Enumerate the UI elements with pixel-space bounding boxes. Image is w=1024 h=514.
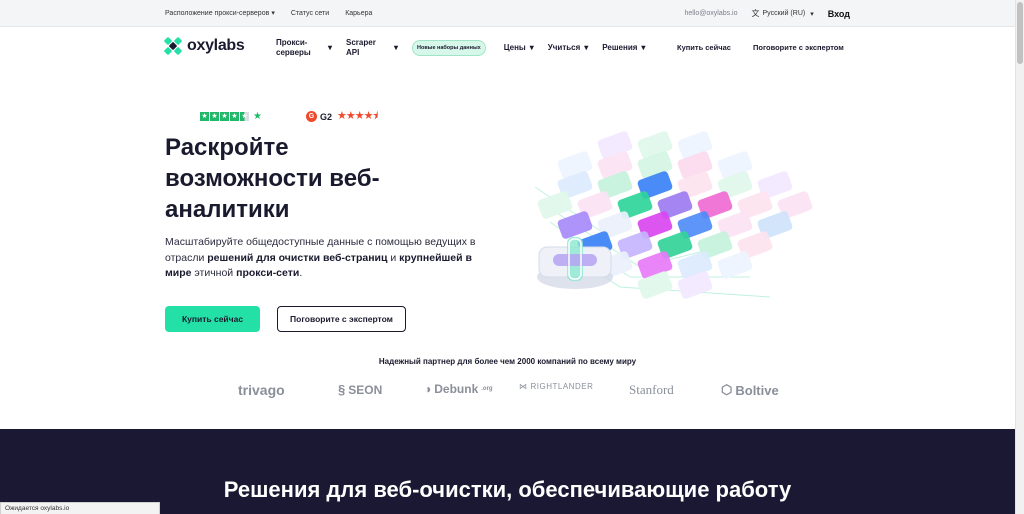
star-icon: ★ bbox=[220, 112, 229, 121]
g2-label: G2 bbox=[319, 111, 332, 122]
boltive-logo: ⬡ Boltive bbox=[721, 382, 779, 398]
buy-now-button[interactable]: Купить сейчас bbox=[165, 306, 260, 332]
partners-title: Надежный партнер для более чем 2000 комп… bbox=[378, 357, 637, 366]
hero-section: ★ ★ ★ ★ ★ ★ G G2 ★★★★⯨ Раскройте возможн… bbox=[0, 67, 1015, 366]
debunk-suffix: .org bbox=[481, 386, 493, 392]
g2-rating[interactable]: G G2 ★★★★⯨ bbox=[305, 107, 378, 126]
nav-buy-now-link[interactable]: Купить сейчас bbox=[677, 43, 731, 52]
nav-proxies-label: Прокси-серверы bbox=[276, 38, 311, 57]
illustration-tile bbox=[717, 251, 753, 279]
hero-title: Раскройте возможности веб-аналитики bbox=[165, 134, 380, 223]
chevron-down-icon: ▾ bbox=[584, 43, 589, 52]
rightlander-logo-text: RIGHTLANDER bbox=[530, 382, 594, 391]
trustpilot-star-icon: ★ bbox=[253, 111, 262, 122]
debunk-logo: ◑ Debunk .org bbox=[424, 382, 493, 396]
trivago-logo: trivago bbox=[238, 382, 285, 398]
nav-prices[interactable]: Цены ▾ bbox=[504, 43, 534, 53]
language-selector[interactable]: 文 Русский (RU) ▾ bbox=[752, 8, 814, 19]
nav-prices-label: Цены bbox=[503, 43, 526, 52]
translate-icon: 文 bbox=[751, 9, 760, 18]
rightlander-logo: ⋈ RIGHTLANDER bbox=[519, 382, 593, 391]
trustpilot-rating[interactable]: ★ ★ ★ ★ ★ ★ bbox=[200, 111, 262, 122]
nav-proxies[interactable]: Прокси-серверы ▾ bbox=[276, 38, 332, 58]
hero-illustration bbox=[534, 131, 813, 299]
new-datasets-badge: Новые наборы данных bbox=[412, 40, 486, 56]
main-nav: oxylabs Прокси-серверы ▾ Scraper API ▾ Н… bbox=[0, 27, 1015, 67]
seon-logo-text: SEON bbox=[348, 382, 383, 397]
browser-status-bar: Ожидается oxylabs.io bbox=[0, 502, 160, 514]
proxy-locations-label: Расположение прокси-серверов bbox=[165, 10, 270, 17]
chevron-down-icon: ▾ bbox=[271, 10, 275, 17]
debunk-icon: ◑ bbox=[424, 382, 432, 396]
chevron-down-icon: ▾ bbox=[529, 43, 534, 52]
g2-logo-icon: G bbox=[305, 111, 317, 122]
nav-scraper-api[interactable]: Scraper API ▾ bbox=[346, 38, 398, 58]
illustration-tile bbox=[537, 191, 573, 219]
proxy-locations-link[interactable]: Расположение прокси-серверов ▾ bbox=[165, 9, 275, 17]
email-link[interactable]: hello@oxylabs.io bbox=[684, 10, 737, 17]
star-icon: ★ bbox=[200, 112, 209, 121]
ratings-row: ★ ★ ★ ★ ★ ★ G G2 ★★★★⯨ bbox=[200, 107, 378, 126]
bolt-icon: ⬡ bbox=[721, 382, 733, 397]
nav-solutions-label: Решения bbox=[602, 43, 638, 52]
nav-learn-label: Учиться bbox=[547, 43, 581, 52]
nav-scraper-api-label: Scraper API bbox=[346, 38, 376, 57]
stanford-logo: Stanford bbox=[629, 382, 674, 397]
chevron-down-icon: ▾ bbox=[394, 43, 399, 52]
scrollbar-thumb[interactable] bbox=[1017, 2, 1023, 64]
nav-solutions[interactable]: Решения ▾ bbox=[602, 43, 645, 53]
language-label: Русский (RU) bbox=[762, 10, 806, 17]
chevron-down-icon: ▾ bbox=[328, 43, 333, 52]
solutions-title: Решения для веб-очистки, обеспечивающие … bbox=[223, 477, 792, 502]
login-link[interactable]: Вход bbox=[828, 9, 850, 19]
rating-stars-icon: ★★★★⯨ bbox=[336, 110, 378, 122]
boltive-logo-text: Boltive bbox=[735, 382, 779, 398]
network-status-link[interactable]: Статус сети bbox=[291, 10, 329, 17]
partner-logos: trivago § SEON ◑ Debunk .org ⋈ RIGHTLANDER S… bbox=[0, 378, 1015, 402]
hero-description: Масштабируйте общедоступные данные с пом… bbox=[165, 236, 476, 279]
nav-talk-expert-link[interactable]: Поговорите с экспертом bbox=[753, 43, 844, 52]
star-icon: ★ bbox=[240, 112, 249, 121]
star-icon: ★ bbox=[210, 112, 219, 121]
debunk-logo-text: Debunk bbox=[434, 382, 479, 396]
nav-datasets[interactable]: Новые наборы данных bbox=[412, 40, 490, 56]
rightlander-icon: ⋈ bbox=[519, 382, 528, 391]
seon-icon: § bbox=[338, 382, 346, 397]
chevron-down-icon: ▾ bbox=[641, 43, 646, 52]
talk-to-expert-button[interactable]: Поговорите с экспертом bbox=[277, 306, 406, 332]
top-utility-bar: Расположение прокси-серверов ▾ Статус сет… bbox=[0, 0, 1015, 27]
oxylabs-logo-icon bbox=[163, 36, 183, 56]
chevron-down-icon: ▾ bbox=[810, 10, 814, 18]
nav-learn[interactable]: Учиться ▾ bbox=[548, 43, 589, 53]
logo-text: oxylabs bbox=[187, 37, 245, 54]
seon-logo: § SEON bbox=[338, 382, 382, 397]
star-icon: ★ bbox=[230, 112, 239, 121]
illustration-tile bbox=[557, 211, 593, 239]
oxylabs-logo[interactable]: oxylabs bbox=[163, 36, 245, 56]
page-scrollbar[interactable] bbox=[1015, 0, 1024, 514]
careers-link[interactable]: Карьера bbox=[345, 10, 372, 17]
